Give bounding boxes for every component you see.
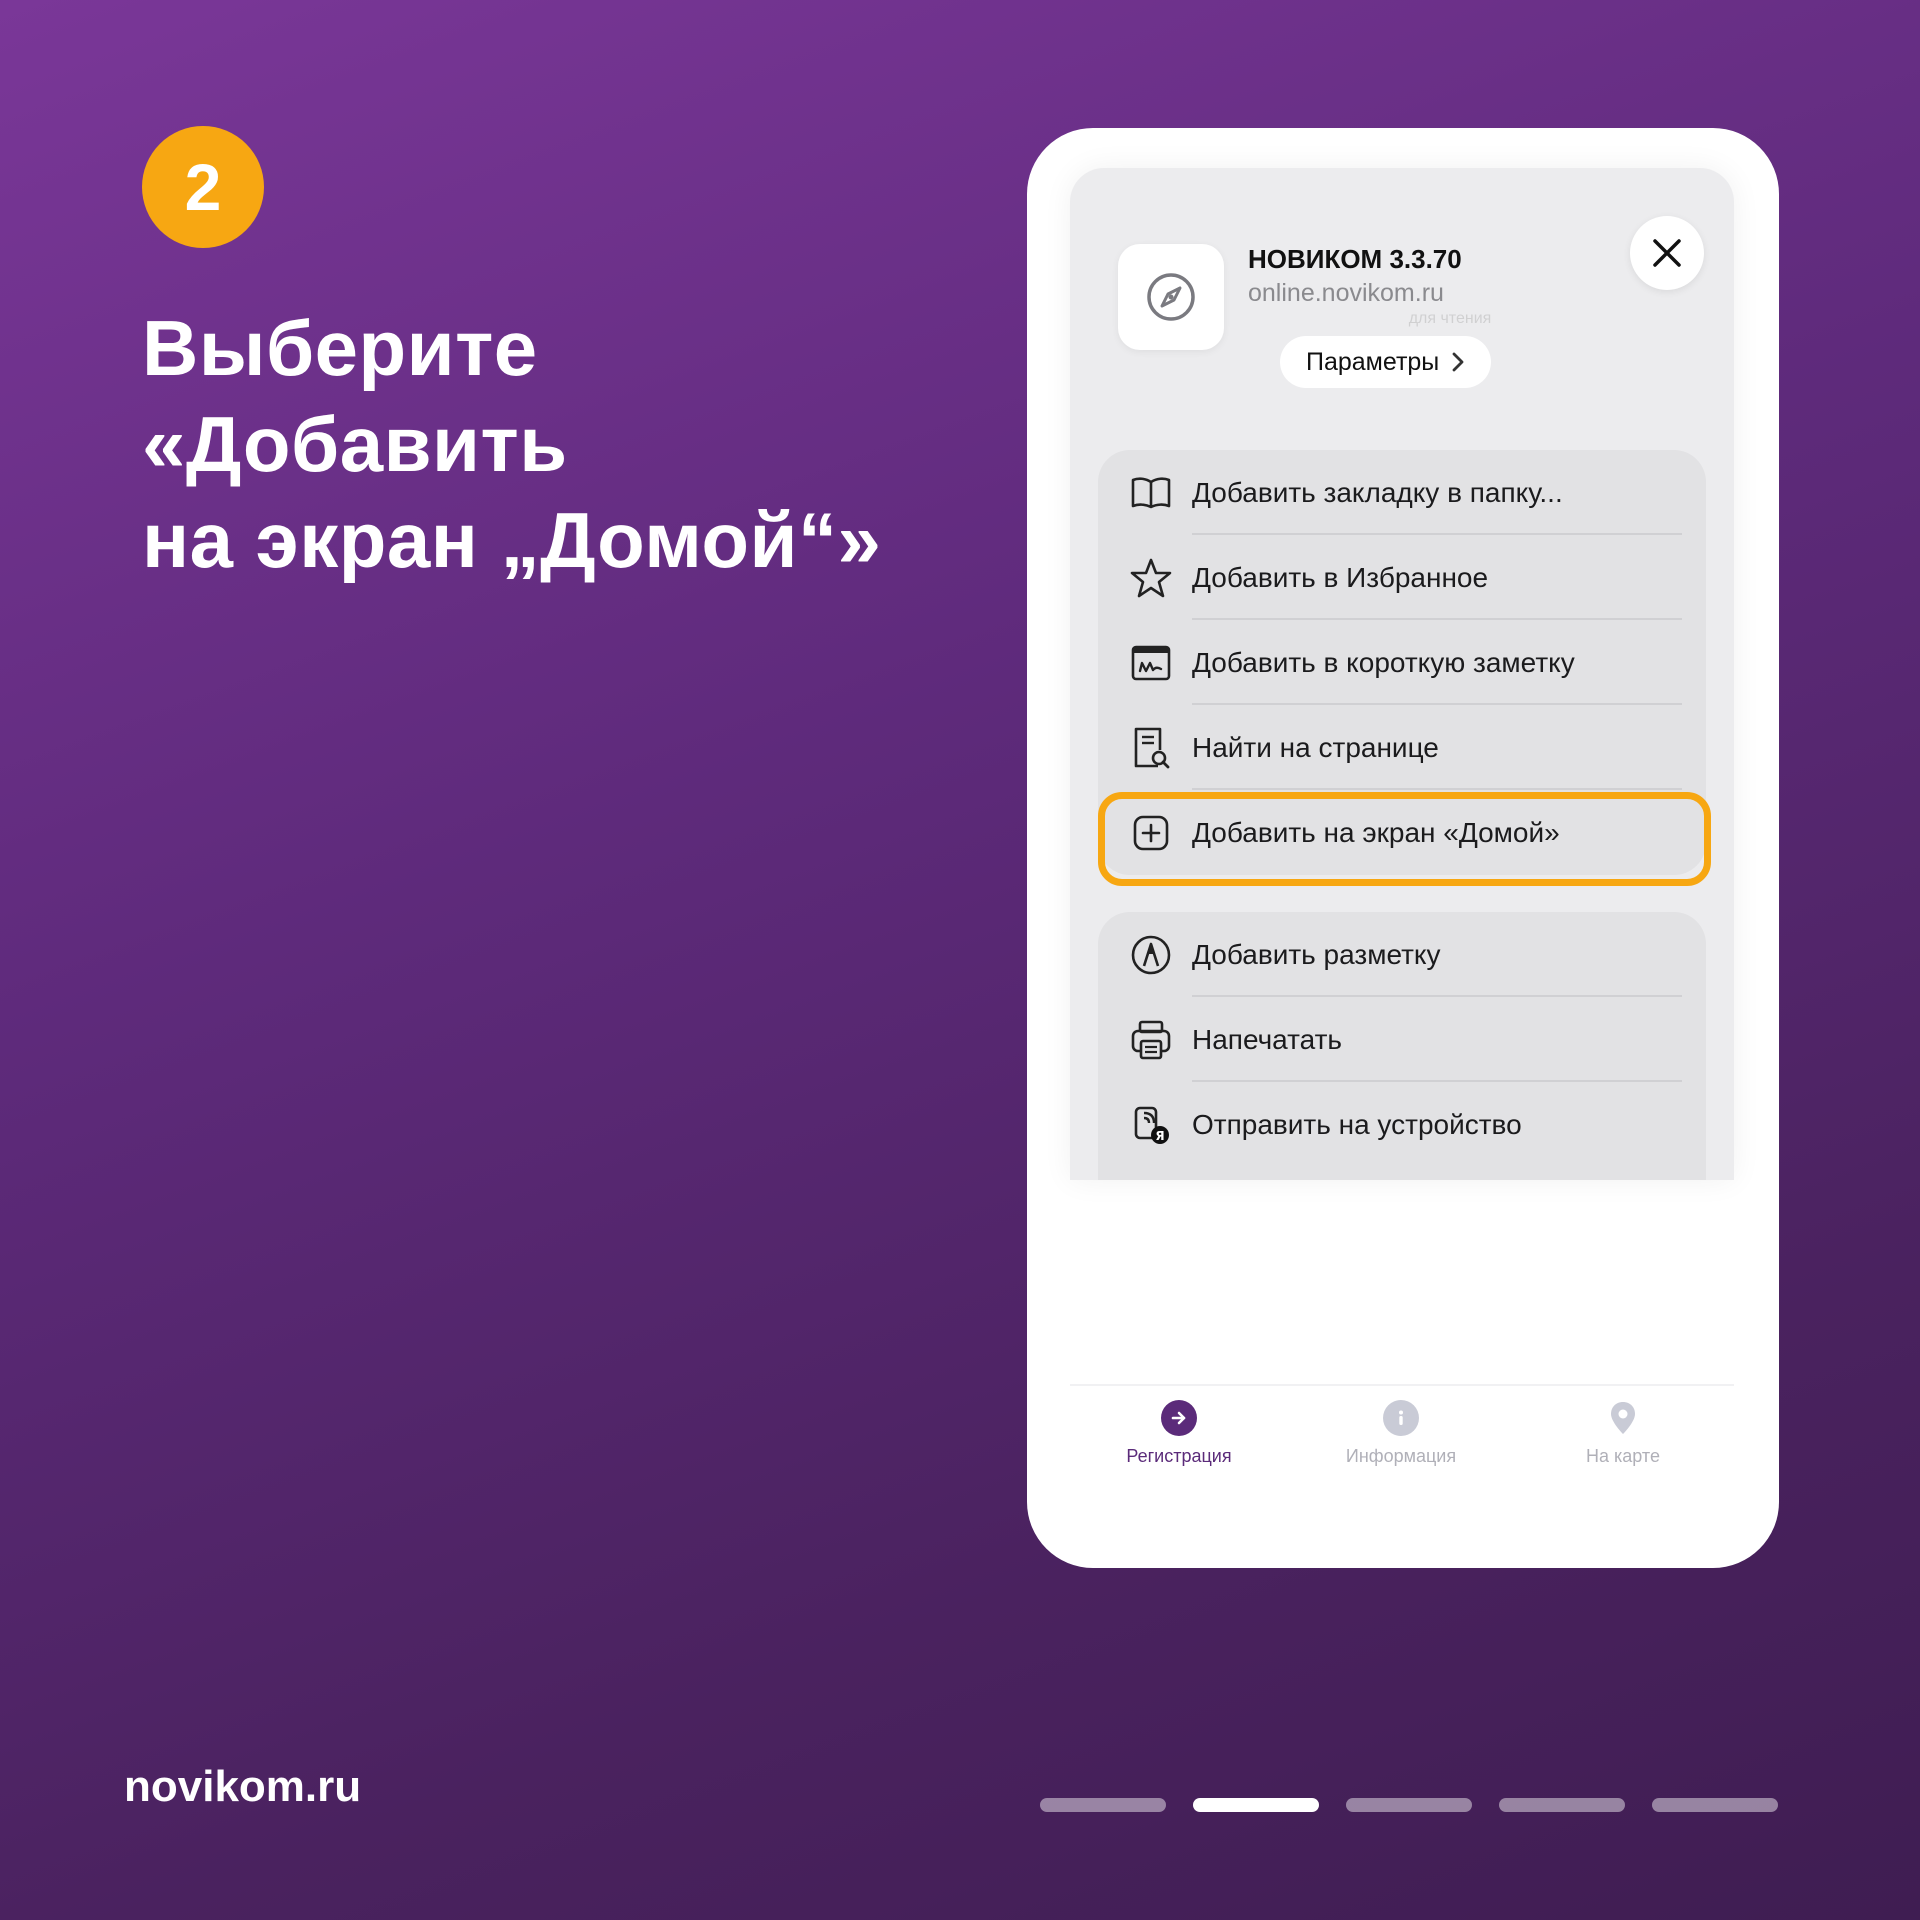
close-button[interactable] bbox=[1630, 216, 1704, 290]
menu-item-label: Найти на странице bbox=[1192, 731, 1439, 763]
chevron-right-icon bbox=[1452, 352, 1464, 372]
print-icon bbox=[1130, 1019, 1172, 1061]
tab-on-map[interactable]: На карте bbox=[1523, 1400, 1723, 1467]
arrow-right-circle-icon bbox=[1161, 1400, 1197, 1436]
quick-note-icon bbox=[1130, 642, 1172, 684]
brand-logo-text: novikom.ru bbox=[124, 1762, 362, 1811]
menu-item-label: Добавить закладку в папку... bbox=[1192, 476, 1563, 508]
menu-item-add-markup[interactable]: Добавить разметку bbox=[1098, 912, 1706, 997]
close-icon bbox=[1653, 239, 1681, 267]
menu-item-send-to-device[interactable]: Я Отправить на устройство bbox=[1098, 1082, 1706, 1167]
menu-item-find-on-page[interactable]: Найти на странице bbox=[1098, 705, 1706, 790]
menu-item-label: Добавить в Избранное bbox=[1192, 561, 1489, 593]
compass-icon bbox=[1147, 273, 1195, 321]
pager-dot-active[interactable] bbox=[1193, 1798, 1319, 1812]
tab-information[interactable]: Информация bbox=[1301, 1400, 1501, 1467]
menu-item-label: Отправить на устройство bbox=[1192, 1108, 1522, 1140]
markup-icon bbox=[1130, 934, 1172, 976]
app-url: online.novikom.ru bbox=[1248, 279, 1444, 307]
actions-group-2: Добавить разметку Напечатать Я Отправить… bbox=[1098, 912, 1706, 1180]
pager-dot[interactable] bbox=[1652, 1798, 1778, 1812]
parameters-button[interactable]: Параметры bbox=[1280, 336, 1492, 388]
tab-label: Регистрация bbox=[1126, 1446, 1232, 1466]
info-icon bbox=[1383, 1400, 1419, 1436]
find-in-page-icon bbox=[1130, 727, 1172, 769]
book-icon bbox=[1130, 472, 1172, 514]
app-title: НОВИКОМ 3.3.70 bbox=[1248, 244, 1462, 274]
app-icon bbox=[1118, 244, 1224, 350]
phone-screenshot: для чтения НОВИКОМ 3.3.70 online.novikom… bbox=[1027, 128, 1779, 1568]
tab-label: Информация bbox=[1345, 1446, 1457, 1466]
pager-dot[interactable] bbox=[1346, 1798, 1472, 1812]
send-to-device-icon: Я bbox=[1130, 1104, 1172, 1146]
share-sheet: для чтения НОВИКОМ 3.3.70 online.novikom… bbox=[1070, 168, 1734, 1180]
tabbar-divider bbox=[1070, 1384, 1734, 1386]
slide-pager bbox=[1040, 1798, 1778, 1812]
tab-label: На карте bbox=[1586, 1446, 1660, 1466]
menu-item-label: Добавить на экран «Домой» bbox=[1192, 816, 1560, 848]
actions-group-1: Добавить закладку в папку... Добавить в … bbox=[1098, 450, 1706, 875]
menu-item-add-to-favorites[interactable]: Добавить в Избранное bbox=[1098, 535, 1706, 620]
menu-item-label: Добавить в короткую заметку bbox=[1192, 646, 1575, 678]
headline: Выберите «Добавить на экран „Домой“» bbox=[142, 300, 962, 588]
pager-dot[interactable] bbox=[1499, 1798, 1625, 1812]
headline-line-3: на экран „Домой“» bbox=[142, 496, 882, 584]
tab-registration[interactable]: Регистрация bbox=[1079, 1400, 1279, 1467]
step-number-badge: 2 bbox=[142, 126, 264, 248]
menu-item-add-to-quick-note[interactable]: Добавить в короткую заметку bbox=[1098, 620, 1706, 705]
svg-text:Я: Я bbox=[1155, 1129, 1164, 1143]
map-pin-icon bbox=[1605, 1400, 1641, 1436]
headline-line-2: «Добавить bbox=[142, 400, 568, 488]
headline-line-1: Выберите bbox=[142, 304, 538, 392]
parameters-label: Параметры bbox=[1306, 347, 1440, 376]
menu-item-add-bookmark-to-folder[interactable]: Добавить закладку в папку... bbox=[1098, 450, 1706, 535]
ghost-label: для чтения bbox=[1408, 310, 1492, 327]
menu-item-label: Добавить разметку bbox=[1192, 938, 1441, 970]
add-square-icon bbox=[1130, 812, 1172, 854]
pager-dot[interactable] bbox=[1040, 1798, 1166, 1812]
menu-item-print[interactable]: Напечатать bbox=[1098, 997, 1706, 1082]
star-icon bbox=[1130, 557, 1172, 599]
menu-item-add-to-home-screen[interactable]: Добавить на экран «Домой» bbox=[1098, 790, 1706, 875]
menu-item-label: Напечатать bbox=[1192, 1023, 1343, 1055]
